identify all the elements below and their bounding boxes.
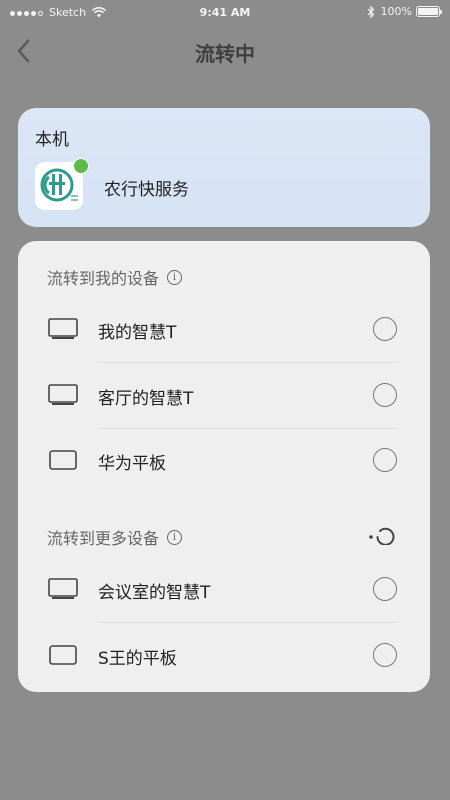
page-title: 流转中 bbox=[195, 42, 255, 66]
abc-bank-icon[interactable] bbox=[35, 158, 89, 210]
device-radio[interactable] bbox=[373, 317, 397, 341]
device-row-meeting-room-tv[interactable]: 会议室的智慧T bbox=[18, 557, 430, 621]
status-bar: Sketch 9:41 AM 100% bbox=[0, 0, 450, 26]
device-label: 会议室的智慧T bbox=[98, 583, 211, 603]
local-device-card: 本机 农行快服务 bbox=[18, 108, 430, 227]
device-list-card: 流转到我的设备 i 我的智慧T 客厅的智慧T 华为平板 流转到更多设备 i 会议… bbox=[18, 241, 430, 692]
bluetooth-icon bbox=[367, 5, 374, 18]
device-label: S王的平板 bbox=[98, 649, 177, 669]
device-row-my-tv[interactable]: 我的智慧T bbox=[18, 297, 430, 361]
tv-icon bbox=[48, 318, 78, 339]
app-badge-icon bbox=[73, 158, 89, 174]
tablet-icon bbox=[49, 645, 77, 665]
tv-icon bbox=[48, 578, 78, 599]
my-devices-section-title: 流转到我的设备 i bbox=[47, 265, 183, 289]
device-radio[interactable] bbox=[373, 448, 397, 472]
device-row-wang-tablet[interactable]: S王的平板 bbox=[18, 623, 430, 687]
device-radio[interactable] bbox=[373, 577, 397, 601]
device-row-huawei-tablet[interactable]: 华为平板 bbox=[18, 428, 430, 492]
device-radio[interactable] bbox=[373, 383, 397, 407]
tv-icon bbox=[48, 384, 78, 405]
status-right: 100% bbox=[367, 5, 442, 18]
device-row-living-room-tv[interactable]: 客厅的智慧T bbox=[18, 363, 430, 427]
device-radio[interactable] bbox=[373, 643, 397, 667]
nav-bar: 流转中 bbox=[0, 26, 450, 76]
battery-icon bbox=[416, 6, 442, 17]
app-name: 农行快服务 bbox=[104, 180, 189, 200]
tablet-icon bbox=[49, 450, 77, 470]
loading-spinner-icon bbox=[369, 527, 395, 545]
info-icon[interactable]: i bbox=[167, 269, 183, 285]
local-label: 本机 bbox=[35, 130, 69, 150]
my-devices-title: 流转到我的设备 bbox=[47, 269, 160, 288]
battery-percent: 100% bbox=[380, 5, 412, 18]
device-label: 我的智慧T bbox=[98, 323, 177, 343]
more-devices-section-title: 流转到更多设备 i bbox=[47, 525, 183, 549]
info-icon[interactable]: i bbox=[167, 529, 183, 545]
device-label: 客厅的智慧T bbox=[98, 389, 194, 409]
device-label: 华为平板 bbox=[98, 454, 166, 474]
more-devices-title: 流转到更多设备 bbox=[47, 529, 160, 548]
